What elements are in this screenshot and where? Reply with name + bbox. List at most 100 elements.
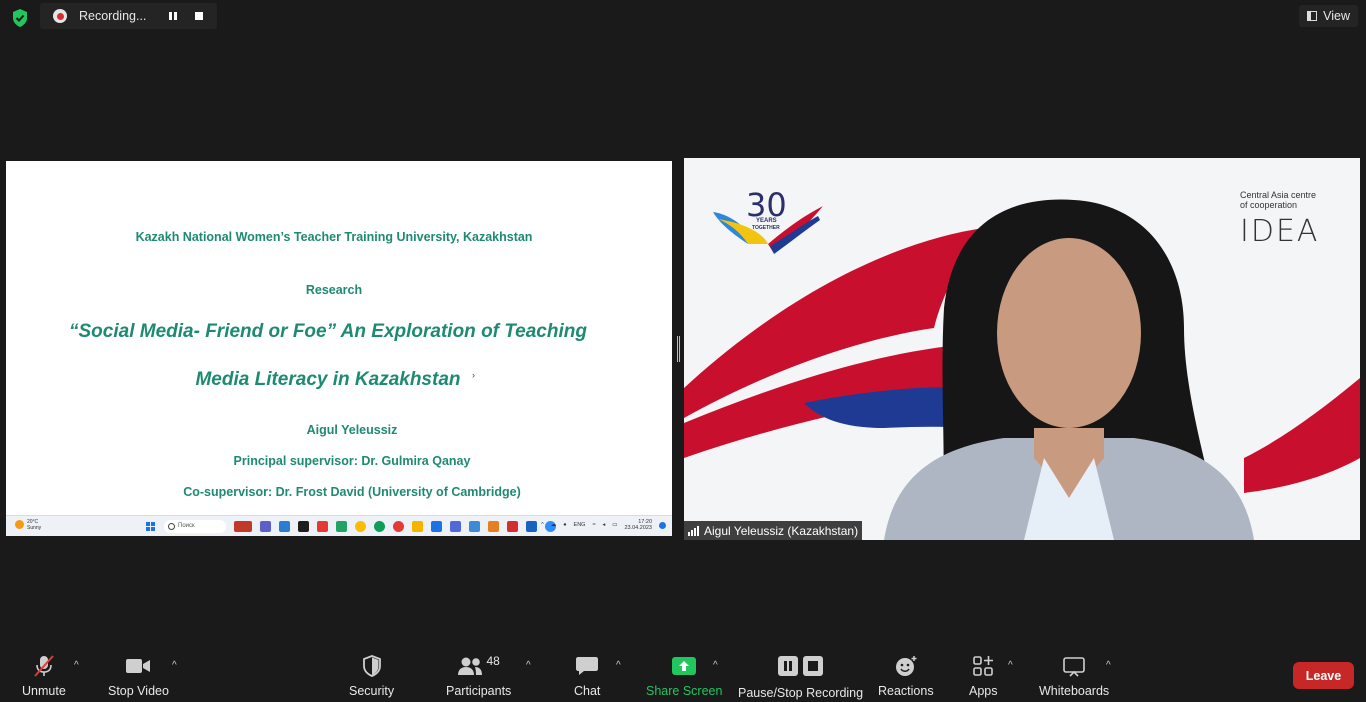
slide-title-line1: “Social Media- Friend or Foe” An Explora…	[69, 321, 587, 342]
reactions-emoji-icon	[894, 654, 918, 678]
apps-label: Apps	[969, 684, 998, 698]
mic-icon: ●	[563, 522, 567, 528]
yandex-icon	[317, 521, 328, 532]
mail-icon	[279, 521, 290, 532]
volume-icon: ◂	[602, 522, 606, 528]
share-screen-label: Share Screen	[646, 684, 723, 698]
chat-bubble-icon	[575, 654, 599, 678]
recording-indicator: Recording...	[40, 3, 217, 29]
slide-author: Aigul Yeleussiz	[306, 423, 398, 437]
unmute-button[interactable]: Unmute	[22, 654, 66, 698]
taskbar-app-icons	[234, 521, 556, 532]
tray-chevron-icon: ^	[541, 522, 544, 528]
leave-button[interactable]: Leave	[1293, 662, 1354, 689]
stop-recording-button[interactable]	[187, 6, 211, 26]
stop-video-label: Stop Video	[108, 684, 169, 698]
participants-icon: 48	[457, 654, 500, 678]
meeting-controls-bar: Unmute ^ Stop Video ^ Security 48 Partic…	[0, 640, 1366, 702]
participant-name: Aigul Yeleussiz (Kazakhstan)	[704, 523, 859, 538]
dropbox-icon	[298, 521, 309, 532]
system-tray: ^ ☁ ● ENG ≈ ◂ ▭ 17:20 23.04.2023	[541, 519, 666, 531]
thirty-years-logo: 30	[713, 186, 823, 254]
org-caption-line2: of cooperation	[1240, 200, 1298, 210]
participant-video-tile[interactable]: 30 YEARS TOGETHER Central Asia centre of…	[684, 158, 1360, 540]
teams-icon	[260, 521, 271, 532]
logo-together-text: TOGETHER	[752, 225, 780, 231]
app-icon	[450, 521, 461, 532]
slide-university: Kazakh National Women’s Teacher Training…	[135, 230, 533, 244]
microphone-muted-icon	[31, 654, 57, 678]
weather-text: 20°C Sunny	[27, 519, 41, 531]
pause-icon	[169, 12, 177, 20]
notification-icon	[659, 521, 666, 529]
opera-icon	[393, 521, 404, 532]
app-icon	[526, 521, 537, 532]
edge-icon	[374, 521, 385, 532]
pause-stop-recording-label: Pause/Stop Recording	[738, 686, 864, 700]
view-button[interactable]: View	[1299, 5, 1358, 27]
unmute-label: Unmute	[22, 684, 66, 698]
reactions-button[interactable]: Reactions	[878, 654, 934, 698]
encryption-shield-icon[interactable]	[10, 8, 30, 28]
taskbar-search: Поиск	[164, 520, 226, 533]
app-icon	[431, 521, 442, 532]
taskbar-clock: 17:20 23.04.2023	[624, 519, 652, 531]
slide-supervisor: Principal supervisor: Dr. Gulmira Qanay	[233, 454, 471, 468]
mouse-cursor-icon: ›	[472, 370, 475, 380]
excel-icon	[336, 521, 347, 532]
whiteboard-icon	[1062, 654, 1086, 678]
whiteboards-button[interactable]: Whiteboards	[1039, 654, 1109, 698]
video-options-chevron-icon[interactable]: ^	[172, 660, 177, 671]
app-icon	[234, 521, 252, 532]
app-icon	[469, 521, 480, 532]
participants-options-chevron-icon[interactable]: ^	[526, 660, 531, 671]
signal-strength-icon	[688, 525, 699, 536]
pause-stop-recording-icons	[778, 654, 824, 678]
language-indicator: ENG	[573, 522, 586, 528]
view-layout-icon	[1307, 11, 1318, 21]
view-label: View	[1323, 9, 1350, 23]
slide-title-line2: Media Literacy in Kazakhstan	[195, 369, 461, 390]
security-shield-icon	[361, 654, 383, 678]
weather-condition: Sunny	[27, 525, 42, 531]
app-icon	[488, 521, 499, 532]
video-camera-icon	[125, 654, 151, 678]
recording-status: Recording...	[79, 9, 147, 23]
whiteboards-options-chevron-icon[interactable]: ^	[1106, 660, 1111, 671]
stop-video-button[interactable]: Stop Video	[108, 654, 169, 698]
chat-label: Chat	[574, 684, 601, 698]
chat-options-chevron-icon[interactable]: ^	[616, 660, 621, 671]
audio-options-chevron-icon[interactable]: ^	[74, 660, 79, 671]
windows-start-icon	[146, 522, 155, 531]
shared-screen[interactable]: Kazakh National Women’s Teacher Training…	[6, 161, 672, 536]
security-button[interactable]: Security	[349, 654, 394, 698]
stop-recording-icon	[803, 656, 824, 676]
folder-icon	[412, 521, 423, 532]
taskbar-date: 23.04.2023	[624, 525, 652, 531]
slide-co-supervisor: Co-supervisor: Dr. Frost David (Universi…	[183, 485, 521, 499]
chat-button[interactable]: Chat	[574, 654, 600, 698]
share-options-chevron-icon[interactable]: ^	[713, 660, 718, 671]
battery-icon: ▭	[612, 522, 618, 528]
split-resize-handle[interactable]	[676, 336, 680, 362]
reactions-label: Reactions	[878, 684, 934, 698]
pause-stop-recording-button[interactable]: Pause/Stop Recording	[738, 654, 864, 700]
security-label: Security	[349, 684, 395, 698]
apps-options-chevron-icon[interactable]: ^	[1008, 660, 1013, 671]
whiteboards-label: Whiteboards	[1039, 684, 1110, 698]
acrobat-icon	[507, 521, 518, 532]
apps-icon	[972, 654, 994, 678]
org-caption: Central Asia centre of cooperation	[1240, 190, 1316, 210]
wifi-icon: ≈	[592, 522, 596, 528]
idea-logo: IDEA	[1240, 214, 1320, 249]
logo-years-text: YEARS	[756, 218, 777, 224]
share-screen-button[interactable]: Share Screen	[646, 654, 722, 698]
participants-count: 48	[486, 654, 500, 668]
pause-recording-icon	[778, 656, 799, 676]
apps-button[interactable]: Apps	[969, 654, 998, 698]
meeting-window: Recording... View Kazakh National Women’…	[0, 0, 1366, 702]
share-screen-icon	[671, 654, 697, 678]
org-caption-line1: Central Asia centre	[1240, 190, 1317, 200]
participants-button[interactable]: 48 Participants	[446, 654, 511, 698]
pause-recording-button[interactable]	[161, 6, 185, 26]
